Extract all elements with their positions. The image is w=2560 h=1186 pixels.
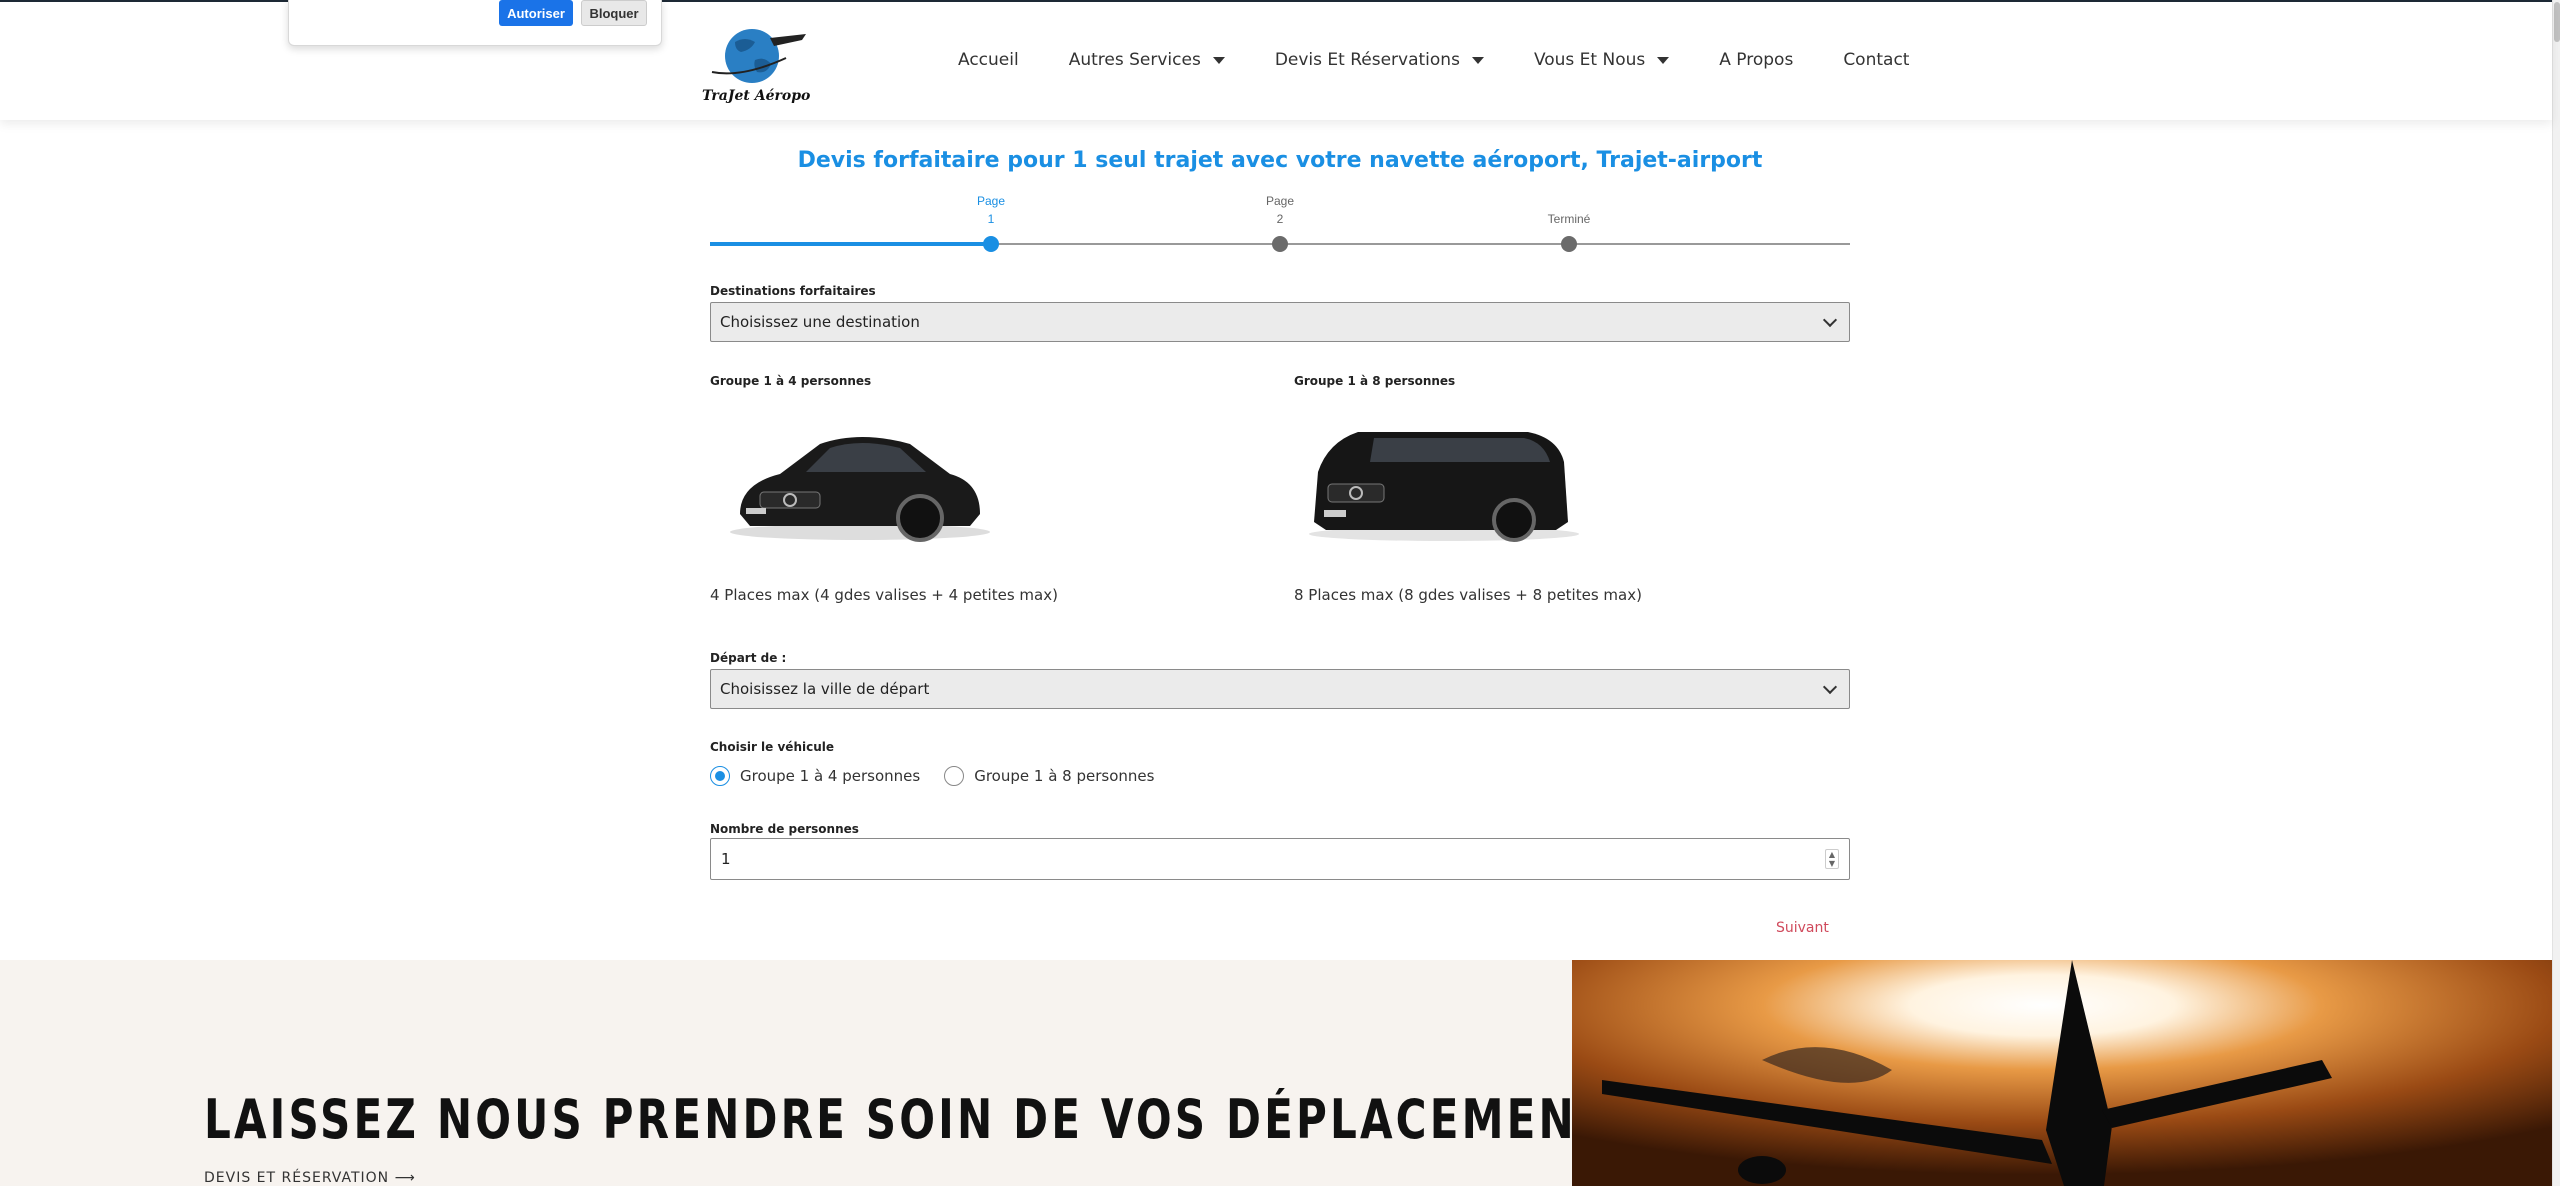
vehicle-card-4: Groupe 1 à 4 personnes 4 Places max (4 g… (710, 374, 1230, 604)
van-image (1309, 432, 1579, 542)
step-termine: Terminé (1529, 192, 1609, 252)
persons-label: Nombre de personnes (710, 822, 859, 836)
radio-button[interactable] (944, 766, 965, 786)
step-dot (983, 236, 999, 252)
destination-select[interactable]: Choisissez une destination (710, 302, 1850, 342)
step-dot (1272, 236, 1288, 252)
vehicle-choice-label: Choisir le véhicule (710, 740, 835, 754)
vehicle-label: Groupe 1 à 4 personnes (710, 374, 872, 388)
persons-number-input[interactable]: 1 ▲ ▼ (710, 838, 1850, 880)
nav-vous-et-nous[interactable]: Vous Et Nous (1534, 50, 1670, 70)
nav-contact[interactable]: Contact (1843, 50, 1909, 70)
destinations-label: Destinations forfaitaires (710, 284, 876, 298)
step-page-2: Page 2 (1240, 192, 1320, 252)
sedan-car-image (730, 437, 990, 542)
next-button[interactable]: Suivant (1776, 920, 1829, 936)
scrollbar-thumb[interactable] (2554, 2, 2560, 42)
allow-button[interactable]: Autoriser (499, 0, 573, 26)
nav-autres-services[interactable]: Autres Services (1069, 50, 1225, 70)
main-nav: Accueil Autres Services Devis Et Réserva… (958, 50, 1959, 70)
airplane-sunset-image (1572, 960, 2552, 1186)
radio-button[interactable] (710, 766, 730, 786)
radio-option-4[interactable]: Groupe 1 à 4 personnes (710, 766, 920, 786)
scrollbar[interactable] (2552, 0, 2560, 1186)
nav-a-propos[interactable]: A Propos (1719, 50, 1793, 70)
vehicle-label: Groupe 1 à 8 personnes (1294, 374, 1456, 388)
vehicle-card-8: Groupe 1 à 8 personnes 8 Places max (8 g… (1294, 374, 1814, 604)
hero-title: LAISSEZ NOUS PRENDRE SOIN DE VOS DÉPLACE… (204, 1088, 1643, 1151)
vehicle-radio-group: Groupe 1 à 4 personnes Groupe 1 à 8 pers… (710, 766, 1178, 786)
chevron-down-icon (1822, 679, 1838, 695)
form-title: Devis forfaitaire pour 1 seul trajet ave… (797, 148, 1763, 173)
nav-devis-reservations[interactable]: Devis Et Réservations (1275, 50, 1484, 70)
nav-accueil[interactable]: Accueil (958, 50, 1019, 70)
hero-cta-link[interactable]: DEVIS ET RÉSERVATION ⟶ (204, 1170, 416, 1186)
hero-section: LAISSEZ NOUS PRENDRE SOIN DE VOS DÉPLACE… (0, 960, 2552, 1186)
step-page-1: Page 1 (951, 192, 1031, 252)
depart-label: Départ de : (710, 651, 787, 665)
site-logo[interactable]: TraJet Aéroport (700, 20, 825, 106)
permission-prompt: Autoriser Bloquer (288, 0, 662, 46)
caret-down-icon (1212, 56, 1225, 64)
progress-fill (710, 242, 991, 246)
step-dot (1561, 236, 1577, 252)
depart-select[interactable]: Choisissez la ville de départ (710, 669, 1850, 709)
chevron-down-icon (1822, 312, 1838, 328)
vehicle-caption: 4 Places max (4 gdes valises + 4 petites… (710, 586, 1058, 604)
progress-stepper: Page 1 Page 2 Terminé (710, 192, 1850, 262)
radio-option-8[interactable]: Groupe 1 à 8 personnes (944, 766, 1154, 786)
block-button[interactable]: Bloquer (581, 0, 647, 26)
svg-text:TraJet Aéroport: TraJet Aéroport (702, 88, 810, 104)
caret-down-icon (1471, 56, 1484, 64)
caret-down-icon (1657, 56, 1670, 64)
stepper-arrows-icon[interactable]: ▲ ▼ (1825, 849, 1839, 869)
globe-plane-icon: TraJet Aéroport (702, 29, 825, 104)
vehicle-caption: 8 Places max (8 gdes valises + 8 petites… (1294, 586, 1642, 604)
